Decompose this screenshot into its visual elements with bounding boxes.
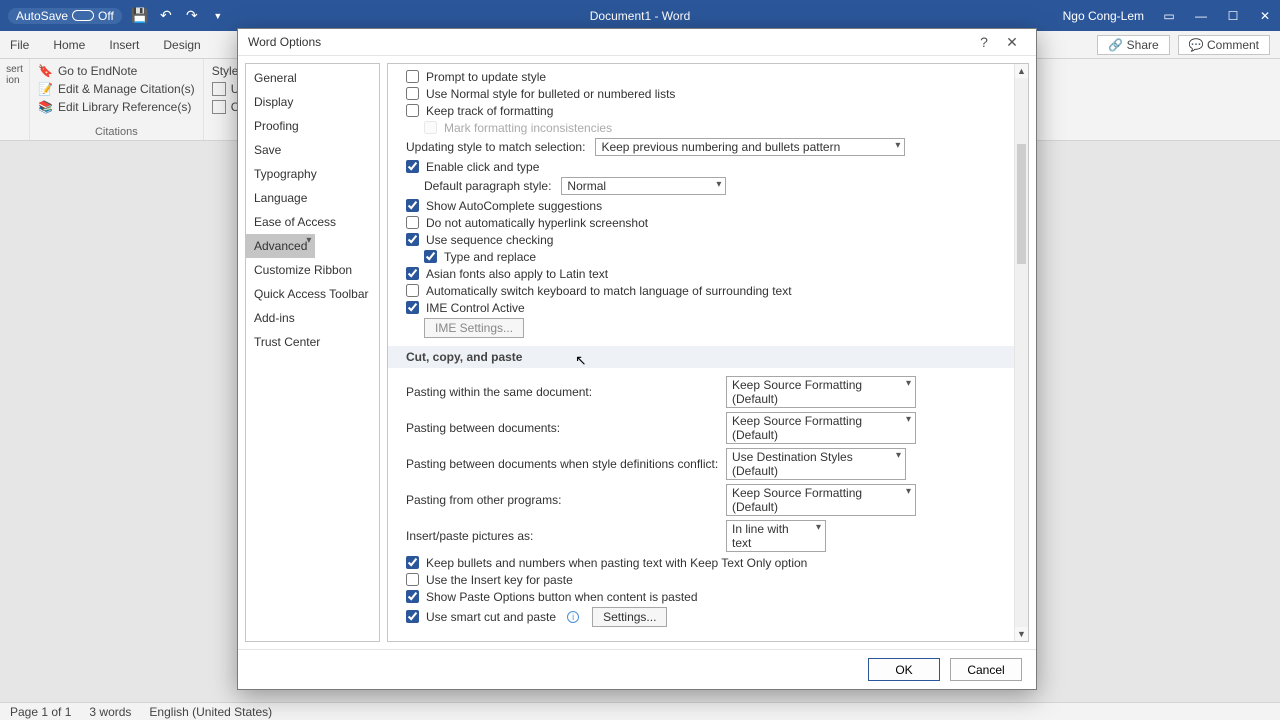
chk-keep-track[interactable]: [406, 104, 419, 117]
chk-autocomplete[interactable]: [406, 199, 419, 212]
undo-icon[interactable]: ↶: [158, 8, 174, 24]
cat-add-ins[interactable]: Add-ins: [246, 306, 379, 330]
ime-settings-button[interactable]: IME Settings...: [424, 318, 524, 338]
chk-smart-cut-paste[interactable]: [406, 610, 419, 623]
chk-ime-active[interactable]: [406, 301, 419, 314]
cat-quick-access[interactable]: Quick Access Toolbar: [246, 282, 379, 306]
app-titlebar: AutoSave Off 💾 ↶ ↷ ▼ Document1 - Word Ng…: [0, 0, 1280, 31]
save-icon[interactable]: 💾: [132, 8, 148, 24]
cat-customize-ribbon[interactable]: Customize Ribbon: [246, 258, 379, 282]
endnote-go-button[interactable]: 🔖Go to EndNote: [38, 62, 195, 80]
cancel-button[interactable]: Cancel: [950, 658, 1022, 681]
user-name[interactable]: Ngo Cong-Lem: [1063, 9, 1144, 23]
cat-save[interactable]: Save: [246, 138, 379, 162]
tab-file[interactable]: File: [10, 38, 29, 52]
comment-button[interactable]: 💬 Comment: [1178, 35, 1270, 55]
options-pane: Prompt to update style Use Normal style …: [388, 64, 1014, 641]
scroll-down-icon[interactable]: ▼: [1015, 627, 1028, 641]
word-options-dialog: Word Options ? ✕ General Display Proofin…: [237, 28, 1037, 690]
chk-auto-keyboard[interactable]: [406, 284, 419, 297]
update-style-icon[interactable]: [212, 82, 226, 96]
chk-asian-fonts[interactable]: [406, 267, 419, 280]
cat-language[interactable]: Language: [246, 186, 379, 210]
chk-prompt-update-style[interactable]: [406, 70, 419, 83]
status-page[interactable]: Page 1 of 1: [10, 705, 71, 719]
chk-insert-key-paste[interactable]: [406, 573, 419, 586]
chk-no-hyperlink-screenshot[interactable]: [406, 216, 419, 229]
chk-show-paste-options[interactable]: [406, 590, 419, 603]
chk-enable-click-type[interactable]: [406, 160, 419, 173]
cat-general[interactable]: General: [246, 66, 379, 90]
cat-ease-of-access[interactable]: Ease of Access: [246, 210, 379, 234]
chk-keep-bullets[interactable]: [406, 556, 419, 569]
sel-default-para-style[interactable]: Normal: [561, 177, 726, 195]
cat-typography[interactable]: Typography: [246, 162, 379, 186]
minimize-icon[interactable]: —: [1194, 9, 1208, 23]
cat-advanced[interactable]: Advanced: [246, 234, 315, 258]
qat-dropdown-icon[interactable]: ▼: [210, 8, 226, 24]
section-cut-copy-paste: Cut, copy, and paste: [388, 346, 1014, 368]
share-button[interactable]: 🔗 Share: [1097, 35, 1169, 55]
chk-use-normal[interactable]: [406, 87, 419, 100]
ok-button[interactable]: OK: [868, 658, 940, 681]
autosave-toggle[interactable]: AutoSave Off: [8, 8, 122, 24]
sel-paste-conflict[interactable]: Use Destination Styles (Default): [726, 448, 906, 480]
edit-citations-button[interactable]: 📝Edit & Manage Citation(s): [38, 80, 195, 98]
redo-icon[interactable]: ↷: [184, 8, 200, 24]
sel-insert-pictures[interactable]: In line with text: [726, 520, 826, 552]
edit-library-button[interactable]: 📚Edit Library Reference(s): [38, 98, 195, 116]
chk-type-replace[interactable]: [424, 250, 437, 263]
tab-insert[interactable]: Insert: [109, 38, 139, 52]
sel-updating-style[interactable]: Keep previous numbering and bullets patt…: [595, 138, 905, 156]
close-dialog-icon[interactable]: ✕: [998, 34, 1026, 51]
sel-paste-other[interactable]: Keep Source Formatting (Default): [726, 484, 916, 516]
category-list: General Display Proofing Save Typography…: [245, 63, 380, 642]
scroll-up-icon[interactable]: ▲: [1015, 64, 1028, 78]
sel-paste-between[interactable]: Keep Source Formatting (Default): [726, 412, 916, 444]
tab-home[interactable]: Home: [53, 38, 85, 52]
chk-mark-inconsistencies: [424, 121, 437, 134]
citations-group-label: Citations: [38, 126, 195, 140]
maximize-icon[interactable]: ☐: [1226, 9, 1240, 23]
help-icon[interactable]: ?: [970, 34, 998, 50]
info-icon[interactable]: i: [567, 611, 579, 623]
close-app-icon[interactable]: ✕: [1258, 9, 1272, 23]
document-title: Document1 - Word: [590, 9, 690, 23]
tab-design[interactable]: Design: [163, 38, 200, 52]
cat-proofing[interactable]: Proofing: [246, 114, 379, 138]
convert-style-icon[interactable]: [212, 100, 226, 114]
smart-cut-settings-button[interactable]: Settings...: [592, 607, 667, 627]
status-language[interactable]: English (United States): [149, 705, 272, 719]
chk-sequence-checking[interactable]: [406, 233, 419, 246]
ribbon-collapse-icon[interactable]: ▭: [1162, 9, 1176, 23]
dialog-title: Word Options: [248, 35, 321, 49]
sel-paste-within[interactable]: Keep Source Formatting (Default): [726, 376, 916, 408]
options-scrollbar[interactable]: ▲ ▼: [1014, 64, 1028, 641]
cat-trust-center[interactable]: Trust Center: [246, 330, 379, 354]
cat-display[interactable]: Display: [246, 90, 379, 114]
scroll-thumb[interactable]: [1017, 144, 1026, 264]
status-words[interactable]: 3 words: [89, 705, 131, 719]
status-bar: Page 1 of 1 3 words English (United Stat…: [0, 702, 1280, 720]
